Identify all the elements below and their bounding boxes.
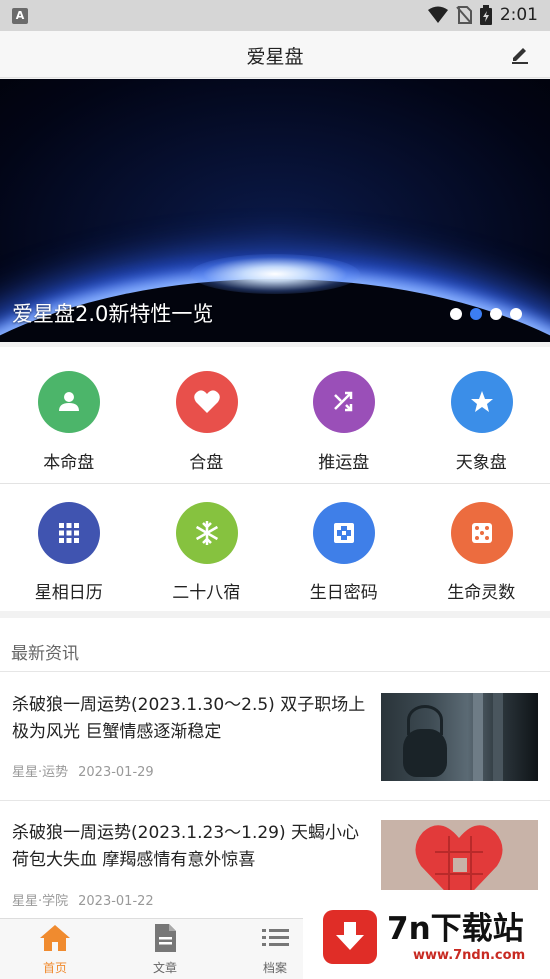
shuffle-icon <box>313 371 375 433</box>
heart-icon <box>175 371 238 433</box>
menu-label: 本命盘 <box>43 453 95 473</box>
carousel-dot[interactable] <box>490 308 502 320</box>
menu-grid-row-2: 星相日历 二十八宿 生日密码 生命灵数 <box>0 484 550 611</box>
app-bar: 爱星盘 <box>0 31 550 78</box>
menu-label: 天象盘 <box>455 453 507 473</box>
star-icon <box>450 371 513 433</box>
menu-item-astro-calendar[interactable]: 星相日历 <box>0 484 138 611</box>
dice-icon <box>450 502 513 564</box>
divider <box>0 671 550 672</box>
download-arrow-icon <box>323 910 377 964</box>
divider <box>0 800 550 801</box>
person-icon <box>38 371 100 433</box>
tab-label: 文章 <box>152 961 177 975</box>
watermark-brand: 7n下载站 <box>387 911 524 947</box>
article-date: 2023-01-29 <box>78 765 154 780</box>
watermark-logo: 7n下载站 www.7ndn.com <box>303 890 550 979</box>
menu-label: 合盘 <box>189 453 224 473</box>
article-headline: 杀破狼一周运势(2023.1.30～2.5) 双子职场上极为风光 巨蟹情感逐渐稳… <box>12 695 366 742</box>
menu-item-numerology[interactable]: 生命灵数 <box>413 484 550 611</box>
sun-flare <box>190 254 360 294</box>
menu-item-natal-chart[interactable]: 本命盘 <box>0 347 138 483</box>
document-icon <box>155 924 176 952</box>
article-meta: 星星·运势 2023-01-29 <box>12 761 154 780</box>
thumb-decor <box>473 693 483 781</box>
menu-label: 二十八宿 <box>172 583 241 603</box>
article-date: 2023-01-22 <box>78 894 154 909</box>
teapot-image <box>403 729 447 777</box>
article-headline: 杀破狼一周运势(2023.1.23～1.29) 天蝎小心荷包大失血 摩羯感情有意… <box>12 823 360 870</box>
section-title: 最新资讯 <box>11 644 79 664</box>
cross-box-icon <box>313 502 375 564</box>
article-thumbnail <box>381 693 538 781</box>
banner-caption: 爱星盘2.0新特性一览 <box>12 302 214 326</box>
carousel-dot[interactable] <box>450 308 462 320</box>
snowflake-icon <box>175 502 238 564</box>
grid-icon <box>38 502 100 564</box>
article-source: 星星·运势 <box>12 765 69 780</box>
news-section: 最新资讯 杀破狼一周运势(2023.1.30～2.5) 双子职场上极为风光 巨蟹… <box>0 618 550 918</box>
page-title: 爱星盘 <box>246 46 304 68</box>
banner-carousel[interactable]: 爱星盘2.0新特性一览 <box>0 79 550 342</box>
article-meta: 星星·学院 2023-01-22 <box>12 890 154 909</box>
notification-a-icon: A <box>12 8 28 24</box>
menu-label: 推运盘 <box>318 453 370 473</box>
tab-label: 首页 <box>42 961 67 975</box>
menu-item-birthday-code[interactable]: 生日密码 <box>275 484 413 611</box>
tab-home[interactable]: 首页 <box>0 919 110 979</box>
menu-label: 生日密码 <box>309 583 378 603</box>
carousel-dot-active[interactable] <box>470 308 482 320</box>
menu-item-synastry[interactable]: 合盘 <box>138 347 276 483</box>
tab-articles[interactable]: 文章 <box>110 919 220 979</box>
thumb-decor <box>493 693 503 781</box>
home-icon <box>40 925 70 951</box>
edit-icon[interactable] <box>510 44 530 64</box>
menu-item-lunar-mansions[interactable]: 二十八宿 <box>138 484 276 611</box>
list-icon <box>262 929 289 946</box>
menu-label: 星相日历 <box>34 583 103 603</box>
carousel-dot[interactable] <box>510 308 522 320</box>
watermark-site: www.7ndn.com <box>413 948 526 963</box>
article-source: 星星·学院 <box>12 894 69 909</box>
menu-grid-row-1: 本命盘 合盘 推运盘 天象盘 <box>0 347 550 483</box>
status-bar: A 2:01 <box>0 0 550 31</box>
menu-item-transit[interactable]: 天象盘 <box>413 347 550 483</box>
menu-label: 生命灵数 <box>447 583 516 603</box>
no-sim-icon <box>456 6 472 24</box>
menu-item-progression[interactable]: 推运盘 <box>275 347 413 483</box>
wifi-icon <box>427 6 448 23</box>
carousel-indicator <box>450 308 522 320</box>
status-time: 2:01 <box>499 5 538 25</box>
battery-icon <box>479 5 492 25</box>
